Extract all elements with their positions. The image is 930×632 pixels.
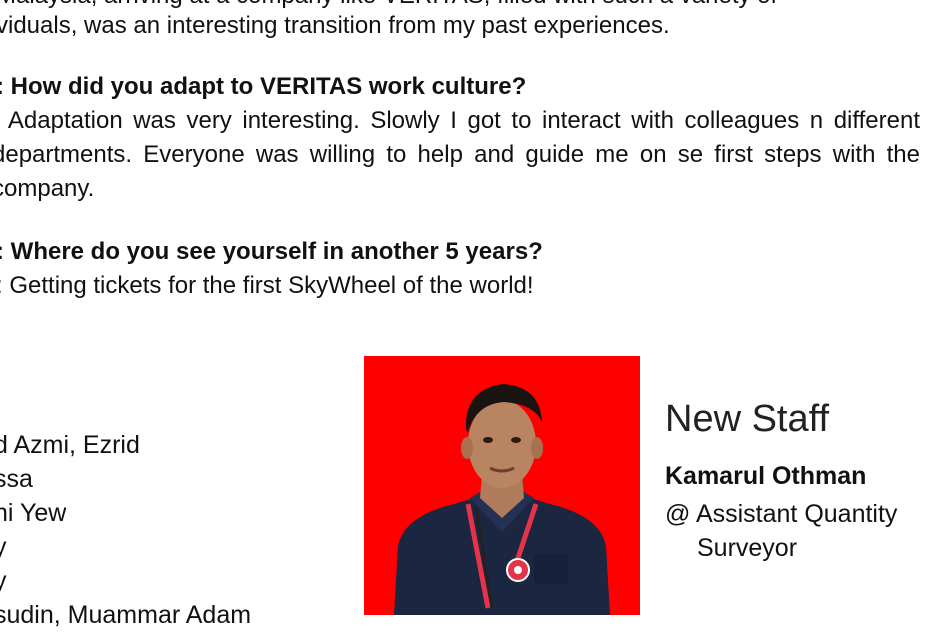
question-2: : Where do you see yourself in another 5… [0, 238, 543, 265]
list-item: y [0, 567, 7, 595]
answer-2: : Getting tickets for the first SkyWheel… [0, 272, 534, 299]
answer-1: : Adaptation was very interesting. Slowl… [0, 107, 920, 202]
staff-name: Kamarul Othman [665, 462, 867, 490]
list-item: ni Yew [0, 499, 67, 527]
names-list: d Azmi, Ezrid ssa ni Yew y y sudin, Muam… [0, 428, 251, 632]
person-illustration [394, 384, 610, 615]
staff-photo [364, 356, 640, 615]
staff-role-line-1: @ Assistant Quantity [665, 500, 898, 528]
intro-line: viduals, was an interesting transition f… [0, 12, 670, 39]
list-item: d Azmi, Ezrid [0, 431, 140, 459]
list-item: ssa [0, 465, 33, 493]
list-item: y [0, 533, 7, 561]
staff-role-line-2: Surveyor [697, 534, 798, 562]
question-1: : How did you adapt to VERITAS work cult… [0, 73, 527, 100]
partial-top-line: Malaysia, arriving at a company like VER… [0, 0, 777, 11]
list-item: sudin, Muammar Adam [0, 601, 252, 629]
new-staff-heading: New Staff [665, 398, 830, 440]
